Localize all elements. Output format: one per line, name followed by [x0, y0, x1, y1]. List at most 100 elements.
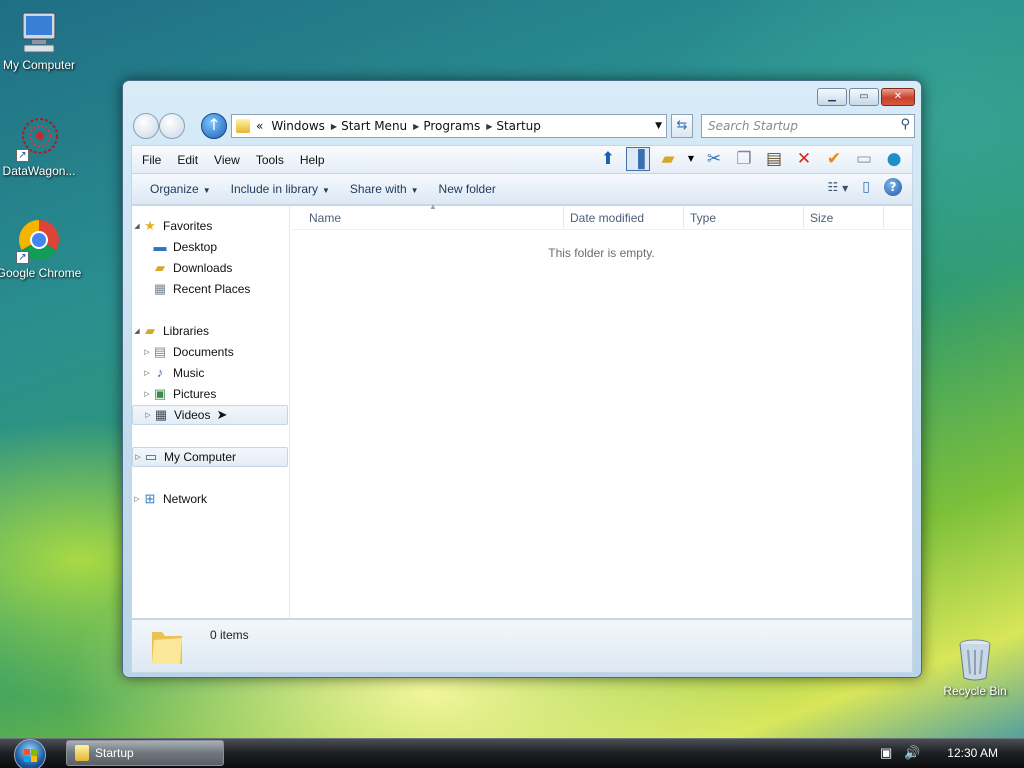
- column-divider[interactable]: [803, 206, 804, 228]
- nav-recent-places[interactable]: ▦ Recent Places: [132, 279, 288, 299]
- globe-icon[interactable]: ●: [882, 147, 906, 171]
- menu-view[interactable]: View: [206, 153, 248, 167]
- organize-label: Organize: [150, 182, 199, 196]
- taskbar-button-label: Startup: [95, 746, 134, 760]
- view-options-button[interactable]: ☷ ▼: [828, 180, 849, 194]
- collapsed-arrow-icon[interactable]: ▷: [142, 390, 152, 398]
- breadcrumb-windows[interactable]: Windows: [267, 119, 331, 133]
- refresh-button[interactable]: ⇆: [671, 114, 693, 138]
- cut-icon[interactable]: ✂: [702, 147, 726, 171]
- nav-label: Libraries: [163, 324, 210, 338]
- command-bar-right: ☷ ▼ ▯ ?: [828, 178, 902, 196]
- nav-favorites[interactable]: ◢ ★ Favorites: [132, 216, 288, 236]
- column-type[interactable]: Type: [690, 211, 716, 225]
- collapsed-arrow-icon[interactable]: ▷: [142, 369, 152, 377]
- properties-icon[interactable]: ✔: [822, 147, 846, 171]
- breadcrumb-startup[interactable]: Startup: [492, 119, 547, 133]
- nav-downloads[interactable]: ▰ Downloads: [132, 258, 288, 278]
- nav-libraries[interactable]: ◢ ▰ Libraries: [132, 321, 288, 341]
- close-button[interactable]: ✕: [881, 88, 915, 106]
- start-button[interactable]: [10, 739, 50, 768]
- column-divider[interactable]: [563, 206, 564, 228]
- nav-label: Recent Places: [173, 282, 251, 296]
- address-overflow[interactable]: «: [256, 119, 263, 133]
- breadcrumb-programs[interactable]: Programs: [419, 119, 486, 133]
- collapsed-arrow-icon[interactable]: ▷: [143, 411, 153, 419]
- up-arrow-icon: ↑: [207, 115, 221, 134]
- videos-icon: ▦: [154, 407, 168, 422]
- menu-help[interactable]: Help: [292, 153, 333, 167]
- maximize-button[interactable]: ▭: [849, 88, 879, 106]
- rename-icon[interactable]: ▭: [852, 147, 876, 171]
- collapsed-arrow-icon[interactable]: ▷: [142, 348, 152, 356]
- folder-options-icon[interactable]: ▰: [656, 147, 680, 171]
- column-divider[interactable]: [883, 206, 884, 228]
- clock[interactable]: 12:30 AM: [947, 746, 998, 760]
- nav-network[interactable]: ▷ ⊞ Network: [132, 489, 288, 509]
- forward-button[interactable]: [159, 113, 185, 139]
- shortcut-arrow-icon: ↗: [16, 251, 29, 264]
- address-row: ↑ « Windows ▶ Start Menu ▶ Programs ▶ Start…: [131, 112, 915, 140]
- nav-my-computer[interactable]: ▷ ▭ My Computer: [132, 447, 288, 467]
- toolbar-icons: ⬆ ▐ ▰ ▼ ✂ ❐ ▤ ✕ ✔ ▭ ●: [596, 147, 906, 171]
- explorer-window: ▁ ▭ ✕ ↑ « Windows ▶ Start Menu ▶ Programs ▶…: [122, 80, 922, 678]
- desktop-icon-google-chrome[interactable]: ↗ Google Chrome: [0, 218, 82, 281]
- up-folder-icon[interactable]: ⬆: [596, 147, 620, 171]
- share-with-label: Share with: [349, 182, 407, 196]
- documents-icon: ▤: [153, 344, 167, 359]
- column-divider[interactable]: [683, 206, 684, 228]
- column-name[interactable]: Name: [309, 211, 341, 225]
- menu-tools[interactable]: Tools: [248, 153, 292, 167]
- delete-icon[interactable]: ✕: [792, 147, 816, 171]
- minimize-button[interactable]: ▁: [817, 88, 847, 106]
- caption-buttons: ▁ ▭ ✕: [817, 88, 915, 106]
- chevron-down-icon: ▼: [322, 186, 330, 195]
- nav-desktop[interactable]: ▬ Desktop: [132, 237, 288, 257]
- column-header: ▲ Name Date modified Type Size: [291, 202, 912, 230]
- search-input[interactable]: Search Startup ⚲: [701, 114, 915, 138]
- nav-label: Documents: [173, 345, 234, 359]
- nav-music[interactable]: ▷ ♪ Music: [132, 363, 288, 383]
- up-button[interactable]: ↑: [201, 113, 227, 139]
- collapsed-arrow-icon[interactable]: ▷: [133, 453, 143, 461]
- chevron-down-icon: ▼: [410, 186, 419, 195]
- menu-edit[interactable]: Edit: [169, 153, 206, 167]
- desktop-icon-datawagon[interactable]: ↗ DataWagon...: [0, 116, 82, 179]
- copy-icon[interactable]: ❐: [732, 147, 756, 171]
- desktop-icon-recycle-bin[interactable]: Recycle Bin: [932, 636, 1018, 699]
- nav-documents[interactable]: ▷ ▤ Documents: [132, 342, 288, 362]
- expanded-arrow-icon[interactable]: ◢: [132, 327, 142, 335]
- share-with-button[interactable]: Share with ▼: [340, 182, 429, 196]
- datawagon-icon: ↗: [16, 116, 62, 162]
- expanded-arrow-icon[interactable]: ◢: [132, 222, 142, 230]
- column-date-modified[interactable]: Date modified: [570, 211, 644, 225]
- shortcut-arrow-icon: ↗: [16, 149, 29, 162]
- folder-options-dropdown-icon[interactable]: ▼: [686, 147, 696, 171]
- back-button[interactable]: [133, 113, 159, 139]
- column-size[interactable]: Size: [810, 211, 833, 225]
- nav-label: Pictures: [173, 387, 217, 401]
- network-tray-icon[interactable]: ▣: [880, 745, 892, 761]
- paste-icon[interactable]: ▤: [762, 147, 786, 171]
- new-folder-button[interactable]: New folder: [429, 182, 506, 196]
- address-bar[interactable]: « Windows ▶ Start Menu ▶ Programs ▶ Startup…: [231, 114, 667, 138]
- system-tray: ▣ 🔊 12:30 AM: [854, 739, 1024, 768]
- nav-pictures[interactable]: ▷ ▣ Pictures: [132, 384, 288, 404]
- desktop-icon-label: DataWagon...: [2, 164, 76, 178]
- close-icon: ✕: [893, 91, 903, 102]
- breadcrumb-start-menu[interactable]: Start Menu: [337, 119, 413, 133]
- organize-button[interactable]: Organize ▼: [140, 182, 221, 196]
- preview-pane-icon[interactable]: ▯: [862, 179, 870, 195]
- collapsed-arrow-icon[interactable]: ▷: [132, 495, 142, 503]
- address-dropdown-icon[interactable]: ▼: [655, 121, 662, 131]
- help-icon[interactable]: ?: [884, 178, 902, 196]
- volume-icon[interactable]: 🔊: [904, 745, 920, 761]
- menu-file[interactable]: File: [134, 153, 169, 167]
- desktop-icon-label: My Computer: [2, 58, 76, 72]
- desktop-icon-my-computer[interactable]: My Computer: [0, 10, 82, 73]
- taskbar-button-startup[interactable]: Startup: [66, 740, 224, 766]
- nav-videos[interactable]: ▷ ▦ Videos ➤: [132, 405, 288, 425]
- include-in-library-button[interactable]: Include in library ▼: [221, 182, 340, 196]
- search-icon[interactable]: ⚲: [900, 117, 910, 132]
- panes-icon[interactable]: ▐: [626, 147, 650, 171]
